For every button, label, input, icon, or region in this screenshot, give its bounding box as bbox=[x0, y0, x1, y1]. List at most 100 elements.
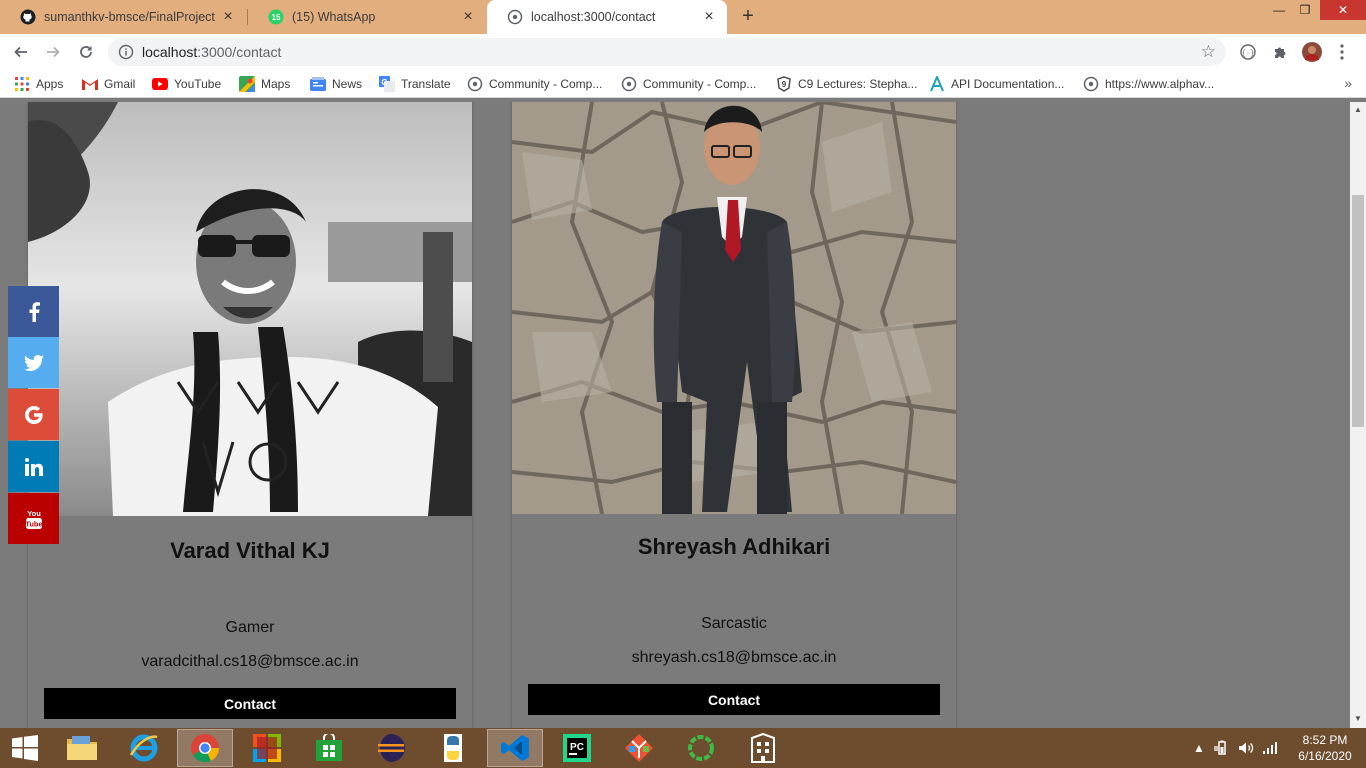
folder-icon bbox=[67, 736, 97, 760]
page-content: Varad Vithal KJ Gamer varadcithal.cs18@b… bbox=[0, 102, 1350, 728]
volume-icon[interactable] bbox=[1238, 728, 1254, 768]
bookmark-alphavantage[interactable]: https://www.alphav... bbox=[1083, 76, 1214, 92]
close-tab-icon[interactable]: × bbox=[220, 8, 236, 25]
scroll-up-arrow-icon[interactable]: ▲ bbox=[1353, 105, 1363, 115]
contact-button[interactable]: Contact bbox=[44, 688, 456, 719]
globe-icon bbox=[1083, 76, 1099, 92]
member-name: Varad Vithal KJ bbox=[170, 538, 330, 563]
spinner-circle-icon bbox=[688, 735, 714, 761]
team-card: Varad Vithal KJ Gamer varadcithal.cs18@b… bbox=[28, 102, 472, 728]
close-tab-icon[interactable]: × bbox=[701, 8, 717, 25]
reload-button[interactable] bbox=[74, 40, 98, 64]
tab-contact[interactable]: localhost:3000/contact × bbox=[487, 0, 727, 34]
new-tab-button[interactable]: + bbox=[737, 5, 759, 27]
taskbar-internet-explorer[interactable] bbox=[116, 729, 172, 767]
scrollbar-thumb[interactable] bbox=[1352, 195, 1364, 427]
taskbar-eclipse[interactable] bbox=[363, 729, 419, 767]
github-icon bbox=[20, 9, 36, 25]
bookmark-api-documentation[interactable]: API Documentation... bbox=[929, 76, 1064, 92]
pycharm-icon: PC bbox=[563, 734, 591, 762]
svg-text:9: 9 bbox=[782, 80, 787, 89]
system-clock[interactable]: 8:52 PM 6/16/2020 bbox=[1290, 732, 1360, 764]
extension-icon[interactable]: {·} bbox=[1238, 42, 1258, 62]
channel9-icon: 9 bbox=[776, 76, 792, 92]
internet-explorer-icon bbox=[129, 734, 158, 762]
twitter-share-button[interactable] bbox=[8, 337, 59, 388]
python-icon bbox=[444, 734, 462, 762]
bookmark-gmail[interactable]: Gmail bbox=[82, 76, 135, 92]
bookmark-community-2[interactable]: Community - Comp... bbox=[621, 76, 756, 92]
svg-text:{·}: {·} bbox=[1242, 50, 1255, 58]
taskbar-git[interactable] bbox=[611, 729, 667, 767]
taskbar-file-explorer[interactable] bbox=[54, 729, 110, 767]
puzzle-icon[interactable] bbox=[1270, 42, 1290, 62]
profile-photo bbox=[28, 102, 472, 516]
close-tab-icon[interactable]: × bbox=[460, 8, 476, 25]
menu-kebab-icon[interactable] bbox=[1332, 42, 1352, 62]
member-name: Shreyash Adhikari bbox=[637, 534, 831, 559]
person-photo-color bbox=[512, 102, 956, 514]
network-signal-icon[interactable] bbox=[1262, 728, 1278, 768]
bookmark-maps[interactable]: Maps bbox=[239, 76, 290, 92]
taskbar-python-idle[interactable] bbox=[425, 729, 481, 767]
bookmark-star-icon[interactable]: ☆ bbox=[1201, 42, 1216, 62]
url-text: localhost:3000/contact bbox=[142, 44, 282, 60]
arrow-right-icon bbox=[47, 46, 60, 58]
taskbar-store[interactable] bbox=[301, 729, 357, 767]
taskbar-circle-app[interactable] bbox=[673, 729, 729, 767]
window-close-button[interactable]: ✕ bbox=[1320, 0, 1366, 20]
taskbar-pycharm[interactable]: PC bbox=[549, 729, 605, 767]
browser-toolbar: localhost:3000/contact ☆ {·} bbox=[0, 34, 1366, 70]
page-scrollbar[interactable]: ▲ ▼ bbox=[1350, 102, 1366, 728]
google-icon bbox=[24, 405, 43, 424]
tab-title: localhost:3000/contact bbox=[531, 10, 656, 24]
minimize-button[interactable]: — bbox=[1266, 0, 1292, 20]
svg-text:You: You bbox=[27, 509, 41, 518]
address-bar[interactable]: localhost:3000/contact ☆ bbox=[108, 38, 1226, 66]
power-icon[interactable] bbox=[1214, 728, 1230, 768]
tab-title: sumanthkv-bmsce/FinalProject bbox=[44, 10, 215, 24]
windows-taskbar: PC ▲ 8:52 PM 6/16/2020 bbox=[0, 728, 1366, 768]
taskbar-chrome[interactable] bbox=[177, 729, 233, 767]
facebook-share-button[interactable] bbox=[8, 286, 59, 337]
profile-avatar[interactable] bbox=[1302, 42, 1322, 62]
back-button[interactable] bbox=[9, 40, 33, 64]
tab-whatsapp[interactable]: 15 (15) WhatsApp × bbox=[248, 0, 486, 34]
profile-photo bbox=[512, 102, 956, 514]
bookmark-apps[interactable]: Apps bbox=[14, 76, 63, 92]
bookmark-youtube[interactable]: YouTube bbox=[152, 76, 221, 92]
start-button[interactable] bbox=[0, 729, 50, 767]
building-icon bbox=[751, 733, 775, 763]
bookmark-news[interactable]: News bbox=[310, 76, 362, 92]
bookmarks-overflow-icon[interactable]: » bbox=[1344, 75, 1352, 91]
linkedin-share-button[interactable] bbox=[8, 441, 59, 492]
bookmark-community-1[interactable]: Community - Comp... bbox=[467, 76, 602, 92]
git-icon bbox=[625, 734, 653, 762]
show-hidden-icons-icon[interactable]: ▲ bbox=[1193, 728, 1205, 768]
scroll-down-arrow-icon[interactable]: ▼ bbox=[1353, 714, 1363, 724]
taskbar-calculator[interactable] bbox=[735, 729, 791, 767]
api-icon bbox=[929, 76, 945, 92]
contact-button[interactable]: Contact bbox=[528, 684, 940, 715]
youtube-icon: YouTube bbox=[25, 509, 42, 529]
google-share-button[interactable] bbox=[8, 389, 59, 440]
taskbar-vscode[interactable] bbox=[487, 729, 543, 767]
restore-button[interactable]: ❐ bbox=[1292, 0, 1318, 20]
forward-button[interactable] bbox=[41, 40, 65, 64]
bookmark-translate[interactable]: G Translate bbox=[379, 76, 451, 92]
tab-github[interactable]: sumanthkv-bmsce/FinalProject × bbox=[0, 0, 246, 34]
youtube-share-button[interactable]: You Tube bbox=[8, 493, 59, 544]
member-email: shreyash.cs18@bmsce.ac.in bbox=[631, 649, 837, 666]
arrow-left-icon bbox=[14, 46, 27, 58]
member-role: Sarcastic bbox=[701, 615, 767, 632]
bookmark-c9-lectures[interactable]: 9 C9 Lectures: Stepha... bbox=[776, 76, 917, 92]
whatsapp-badge: 15 bbox=[272, 13, 281, 22]
taskbar-office[interactable] bbox=[239, 729, 295, 767]
maps-icon bbox=[239, 76, 255, 92]
gmail-icon bbox=[82, 76, 98, 92]
svg-text:PC: PC bbox=[570, 742, 584, 753]
windows-logo-icon bbox=[12, 735, 38, 761]
store-icon bbox=[316, 734, 342, 761]
clock-time: 8:52 PM bbox=[1302, 733, 1348, 747]
tab-title: (15) WhatsApp bbox=[292, 10, 376, 24]
